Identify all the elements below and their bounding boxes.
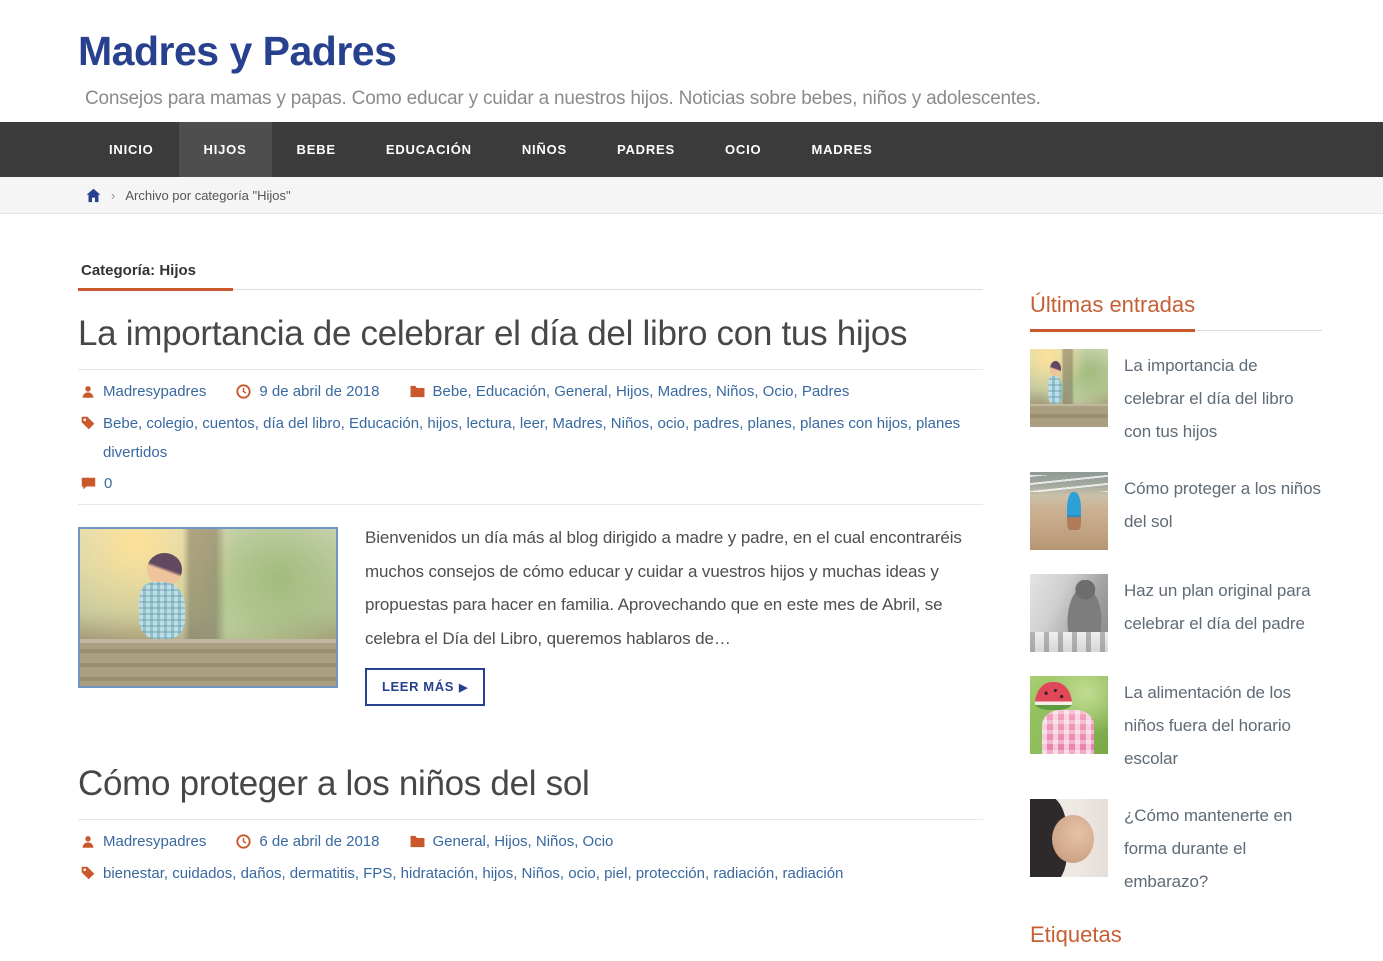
tag-icon [81,416,95,430]
recent-post-link-3[interactable]: Haz un plan original para celebrar el dí… [1030,574,1322,652]
recent-post-title: La alimentación de los niños fuera del h… [1124,676,1322,775]
folder-icon [410,385,425,398]
recent-post-link-2[interactable]: Cómo proteger a los niños del sol [1030,472,1322,550]
author-link[interactable]: Madresypadres [103,833,206,850]
recent-post-link-5[interactable]: ¿Cómo mantenerte en forma durante el emb… [1030,799,1322,898]
thumbnail-boy-reading [1030,349,1108,427]
nav-item-padres[interactable]: PADRES [592,122,700,177]
post-article-1: La importancia de celebrar el día del li… [78,306,983,706]
recent-posts-title: Últimas entradas [1030,292,1322,330]
thumbnail-girl-watermelon [1030,676,1108,754]
breadcrumb-separator: › [111,188,115,203]
tag-icon [81,866,95,880]
post-date-link[interactable]: 6 de abril de 2018 [259,833,379,850]
category-archive-title: Categoría: Hijos [78,262,983,289]
sidebar: Últimas entradas La importancia de celeb… [1030,262,1322,948]
comments-count-link[interactable]: 0 [104,475,112,492]
nav-item-educacion[interactable]: EDUCACIÓN [361,122,497,177]
nav-item-ocio[interactable]: OCIO [700,122,786,177]
recent-post-link-1[interactable]: La importancia de celebrar el día del li… [1030,349,1322,448]
main-column: Categoría: Hijos La importancia de celeb… [78,262,983,948]
breadcrumb: › Archivo por categoría "Hijos" [0,177,1383,214]
site-tagline: Consejos para mamas y papas. Como educar… [85,88,1383,110]
author-link[interactable]: Madresypadres [103,383,206,400]
author-icon [81,385,95,399]
clock-icon [236,834,251,849]
site-header: Madres y Padres Consejos para mamas y pa… [0,0,1383,122]
nav-item-madres[interactable]: MADRES [786,122,897,177]
post-excerpt: Bienvenidos un día más al blog dirigido … [365,521,983,655]
recent-post-link-4[interactable]: La alimentación de los niños fuera del h… [1030,676,1322,775]
nav-item-bebe[interactable]: BEBE [272,122,361,177]
main-nav: INICIO HIJOS BEBE EDUCACIÓN NIÑOS PADRES… [0,122,1383,177]
post-article-2: Cómo proteger a los niños del sol Madres… [78,756,983,888]
post-categories-links[interactable]: Bebe, Educación, General, Hijos, Madres,… [433,383,850,400]
home-icon[interactable] [86,188,101,203]
nav-item-ninos[interactable]: NIÑOS [497,122,592,177]
post-title-link[interactable]: Cómo proteger a los niños del sol [78,756,983,811]
author-icon [81,835,95,849]
recent-post-title: La importancia de celebrar el día del li… [1124,349,1322,448]
thumbnail-father-craft [1030,574,1108,652]
post-meta: Madresypadres 6 de abril de 2018 General… [78,819,983,888]
nav-item-hijos[interactable]: HIJOS [179,122,272,177]
post-tags-links[interactable]: bienestar, cuidados, daños, dermatitis, … [103,859,843,888]
divider [1030,330,1322,331]
comments-icon [81,477,96,491]
tags-widget-title: Etiquetas [1030,922,1322,948]
post-date-link[interactable]: 9 de abril de 2018 [259,383,379,400]
site-title[interactable]: Madres y Padres [78,28,1383,75]
thumbnail-boy-beach [1030,472,1108,550]
recent-posts-list: La importancia de celebrar el día del li… [1030,349,1322,898]
content: Categoría: Hijos La importancia de celeb… [0,214,1383,948]
featured-image-boy-reading[interactable] [78,527,338,688]
caret-right-icon: ▶ [459,682,468,694]
post-title-link[interactable]: La importancia de celebrar el día del li… [78,306,983,361]
recent-post-title: Haz un plan original para celebrar el dí… [1124,574,1322,652]
recent-post-title: Cómo proteger a los niños del sol [1124,472,1322,550]
nav-item-inicio[interactable]: INICIO [84,122,179,177]
breadcrumb-current: Archivo por categoría "Hijos" [125,188,290,203]
post-categories-links[interactable]: General, Hijos, Niños, Ocio [433,833,614,850]
clock-icon [236,384,251,399]
recent-post-title: ¿Cómo mantenerte en forma durante el emb… [1124,799,1322,898]
thumbnail-pregnant-belly [1030,799,1108,877]
read-more-button[interactable]: LEER MÁS▶ [365,668,485,706]
post-meta: Madresypadres 9 de abril de 2018 Bebe, E… [78,369,983,505]
folder-icon [410,835,425,848]
divider [78,289,983,290]
post-tags-links[interactable]: Bebe, colegio, cuentos, día del libro, E… [103,409,980,467]
